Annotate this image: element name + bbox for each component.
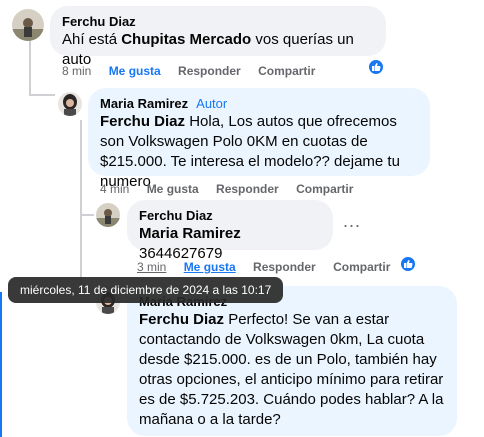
share-button[interactable]: Compartir bbox=[333, 260, 390, 274]
comment-actions: 8 min Me gusta Responder Compartir bbox=[62, 64, 329, 78]
avatar[interactable] bbox=[58, 92, 82, 116]
focus-indicator bbox=[0, 292, 2, 437]
more-options-icon[interactable]: ... bbox=[343, 211, 361, 232]
mention-link[interactable]: Ferchu Diaz bbox=[100, 113, 185, 130]
mention-link[interactable]: Chupitas Mercado bbox=[121, 31, 251, 48]
thread-line bbox=[29, 40, 31, 96]
thread-line bbox=[29, 94, 55, 96]
author-badge: Autor bbox=[196, 96, 228, 111]
comment-actions: 4 min Me gusta Responder Compartir bbox=[100, 182, 367, 196]
comment-text: Maria Ramirez 3644627679 bbox=[139, 225, 241, 262]
timestamp[interactable]: 3 min bbox=[137, 260, 166, 274]
like-button[interactable]: Me gusta bbox=[184, 260, 236, 274]
timestamp[interactable]: 4 min bbox=[100, 182, 129, 196]
reply-button[interactable]: Responder bbox=[253, 260, 316, 274]
comment-bubble: Maria Ramirez Ferchu Diaz Perfecto! Se v… bbox=[127, 286, 457, 436]
reply-button[interactable]: Responder bbox=[178, 64, 241, 78]
comment-actions: 3 min Me gusta Responder Compartir bbox=[137, 260, 404, 274]
like-icon[interactable] bbox=[367, 58, 385, 76]
avatar[interactable] bbox=[12, 9, 44, 41]
comment-bubble: Ferchu Diaz Maria Ramirez 3644627679 bbox=[127, 200, 333, 262]
comment-author[interactable]: Ferchu Diaz bbox=[62, 14, 374, 30]
like-button[interactable]: Me gusta bbox=[109, 64, 161, 78]
comment-text: Ferchu Diaz Perfecto! Se van a estar con… bbox=[139, 311, 444, 428]
comment-author-row: Maria Ramirez Autor bbox=[100, 96, 418, 112]
mention-link[interactable]: Ferchu Diaz bbox=[139, 311, 224, 328]
mention-link[interactable]: Maria Ramirez bbox=[139, 225, 241, 242]
thread-line bbox=[80, 120, 82, 216]
comment-bubble: Maria Ramirez Autor Ferchu Diaz Hola, Los… bbox=[88, 88, 430, 190]
share-button[interactable]: Compartir bbox=[258, 64, 315, 78]
comment-text: Ferchu Diaz Hola, Los autos que ofrecemo… bbox=[100, 113, 400, 190]
like-icon[interactable] bbox=[399, 255, 417, 273]
comment-bubble: Ferchu Diaz Ahí está Chupitas Mercado vo… bbox=[50, 6, 386, 68]
timestamp[interactable]: 8 min bbox=[62, 64, 91, 78]
avatar[interactable] bbox=[96, 203, 120, 227]
comment-author[interactable]: Maria Ramirez bbox=[100, 96, 188, 111]
like-button[interactable]: Me gusta bbox=[147, 182, 199, 196]
reply-button[interactable]: Responder bbox=[216, 182, 279, 196]
thread-line bbox=[80, 214, 94, 216]
timestamp-tooltip: miércoles, 11 de diciembre de 2024 a las… bbox=[8, 277, 284, 303]
share-button[interactable]: Compartir bbox=[296, 182, 353, 196]
comment-author[interactable]: Ferchu Diaz bbox=[139, 208, 321, 224]
